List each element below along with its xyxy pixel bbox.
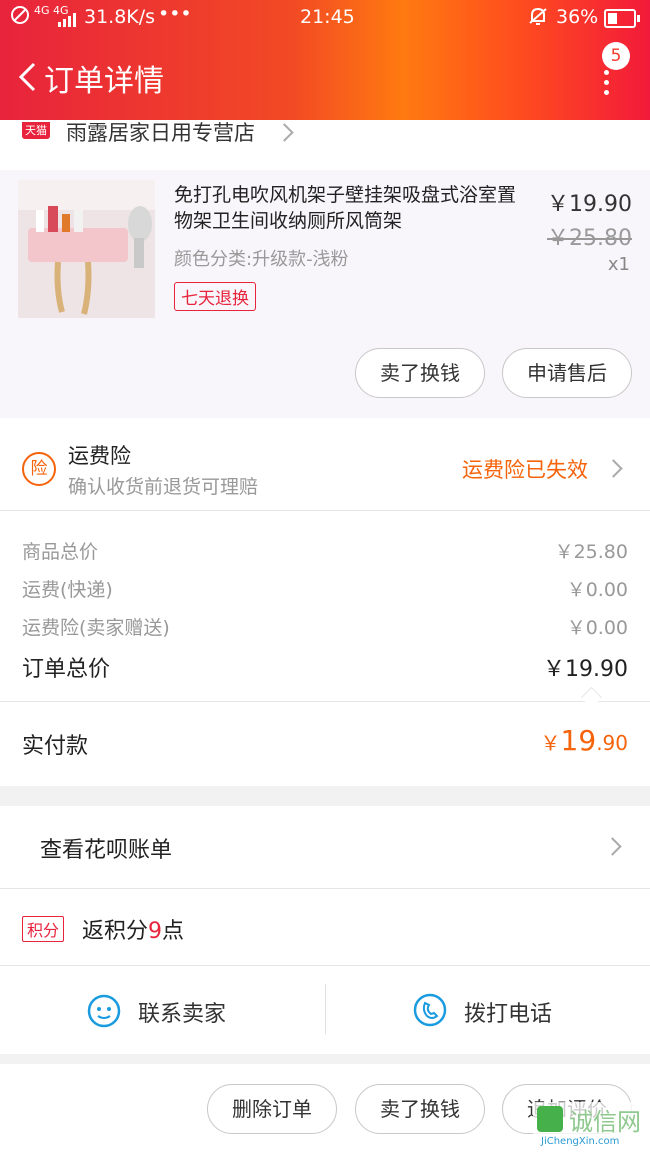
- contact-bar: 联系卖家 拨打电话: [0, 966, 650, 1054]
- shop-name[interactable]: 雨露居家日用专营店: [66, 117, 255, 147]
- insurance-icon: 险: [22, 452, 56, 486]
- sell-for-cash-button[interactable]: 卖了换钱: [355, 1084, 485, 1134]
- order-total-label: 订单总价: [22, 657, 111, 682]
- app-header: 4G 4G 31.8K/s ••• 21:45 36% 订单详情 5: [0, 0, 650, 120]
- summary-label: 运费险(卖家赠送): [22, 617, 170, 639]
- watermark-brand: 诚信网: [569, 1108, 641, 1136]
- product-price: ￥19.90: [547, 192, 632, 217]
- points-row: 积分 返积分9点: [0, 889, 650, 965]
- paid-integer: 19: [560, 724, 597, 757]
- service-tag: 七天退换: [174, 282, 256, 311]
- bell-mute-icon: [528, 5, 548, 32]
- points-suffix: 点: [162, 919, 185, 944]
- delete-order-button[interactable]: 删除订单: [207, 1084, 337, 1134]
- page-title: 订单详情: [44, 64, 164, 99]
- product-card[interactable]: 免打孔电吹风机架子壁挂架吸盘式浴室置物架卫生间收纳厕所风筒架 颜色分类:升级款-…: [0, 170, 650, 418]
- order-total-value: ￥19.90: [543, 657, 628, 682]
- summary-label: 商品总价: [22, 541, 99, 563]
- back-button[interactable]: [12, 60, 46, 94]
- points-prefix: 返积分: [82, 919, 149, 944]
- divider: [325, 984, 326, 1034]
- battery-icon: [604, 9, 640, 28]
- signal-icon: [58, 10, 80, 32]
- insurance-status: 运费险已失效: [462, 458, 588, 482]
- battery-percent: 36%: [556, 6, 599, 28]
- network-speed: 31.8K/s: [84, 6, 156, 28]
- product-quantity: x1: [607, 254, 630, 275]
- product-spec: 颜色分类:升级款-浅粉: [174, 249, 349, 270]
- watermark-url: JiChengXin.com: [541, 1136, 620, 1147]
- status-more: •••: [158, 3, 192, 25]
- huabei-bill-row[interactable]: 查看花呗账单: [0, 806, 650, 888]
- paid-amount: ￥19.90: [541, 724, 628, 757]
- product-name[interactable]: 免打孔电吹风机架子壁挂架吸盘式浴室置物架卫生间收纳厕所风筒架: [174, 182, 534, 234]
- call-button[interactable]: 拨打电话: [464, 996, 552, 1028]
- insurance-subtitle: 确认收货前退货可理赔: [68, 476, 259, 498]
- phone-icon: [412, 992, 448, 1032]
- points-text: 返积分9点: [82, 913, 184, 945]
- summary-value: ￥25.80: [554, 541, 628, 563]
- paid-currency: ￥: [540, 731, 561, 755]
- chevron-right-icon: [604, 459, 623, 478]
- summary-value: ￥0.00: [566, 617, 628, 639]
- watermark: 诚信网 JiChengXin.com: [533, 1102, 645, 1152]
- insurance-title: 运费险: [68, 444, 131, 468]
- paid-decimal: .90: [596, 731, 628, 755]
- huabei-label: 查看花呗账单: [40, 838, 173, 863]
- paid-label: 实付款: [22, 734, 89, 759]
- tmall-logo: 天猫: [22, 122, 50, 139]
- insurance-row[interactable]: 险 运费险 确认收货前退货可理赔 运费险已失效: [0, 418, 650, 510]
- points-tag: 积分: [22, 916, 65, 942]
- watermark-logo-icon: [537, 1106, 563, 1132]
- dnd-icon: [10, 5, 30, 30]
- more-menu-icon[interactable]: [600, 70, 612, 100]
- paid-amount-row: 实付款 ￥19.90: [0, 702, 650, 786]
- chat-face-icon: [86, 992, 122, 1032]
- summary-label: 运费(快递): [22, 579, 113, 601]
- clock: 21:45: [300, 6, 355, 28]
- after-sale-button[interactable]: 申请售后: [502, 348, 632, 398]
- product-image[interactable]: [18, 180, 155, 318]
- contact-seller-button[interactable]: 联系卖家: [138, 996, 226, 1028]
- sell-for-cash-button[interactable]: 卖了换钱: [355, 348, 485, 398]
- chevron-right-icon: [603, 837, 622, 856]
- price-summary: 商品总价 ￥25.80 运费(快递) ￥0.00 运费险(卖家赠送) ￥0.00…: [0, 511, 650, 701]
- summary-value: ￥0.00: [566, 579, 628, 601]
- points-count: 9: [148, 919, 163, 944]
- product-original-price: ￥25.80: [547, 226, 632, 251]
- message-badge[interactable]: 5: [602, 42, 630, 70]
- status-bar: 4G 4G 31.8K/s ••• 21:45 36%: [0, 0, 650, 36]
